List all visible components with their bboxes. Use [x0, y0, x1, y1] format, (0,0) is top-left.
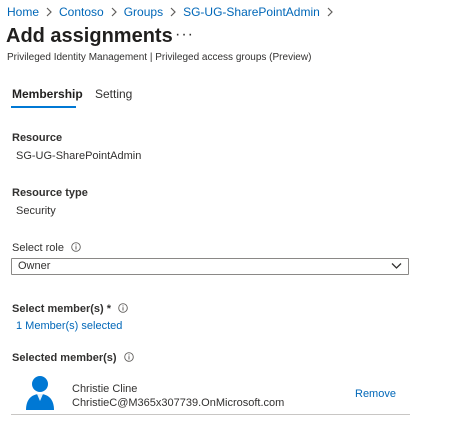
- resource-value: SG-UG-SharePointAdmin: [16, 150, 142, 162]
- page-title: Add assignments: [6, 25, 173, 47]
- resource-label: Resource: [12, 132, 63, 144]
- active-tab-indicator: [11, 106, 76, 108]
- selected-members-label: Selected member(s): [12, 352, 117, 364]
- tab-membership[interactable]: Membership: [12, 87, 83, 101]
- breadcrumb-group[interactable]: SG-UG-SharePointAdmin: [183, 5, 320, 19]
- members-selected-link[interactable]: 1 Member(s) selected: [16, 320, 122, 332]
- remove-member-button[interactable]: Remove: [355, 388, 396, 400]
- member-email: ChristieC@M365x307739.OnMicrosoft.com: [72, 397, 285, 409]
- select-members-label: Select member(s) *: [12, 303, 112, 315]
- member-name: Christie Cline: [72, 383, 138, 395]
- page-subtitle: Privileged Identity Management | Privile…: [7, 52, 312, 63]
- chevron-right-icon: [46, 7, 52, 17]
- info-icon[interactable]: [71, 242, 81, 255]
- select-role-label-row: Select role: [12, 242, 81, 255]
- select-role-label: Select role: [12, 242, 64, 254]
- select-members-label-row: Select member(s) *: [12, 303, 128, 316]
- user-avatar-icon: [26, 376, 54, 410]
- tab-setting[interactable]: Setting: [95, 87, 132, 101]
- resource-type-label: Resource type: [12, 187, 88, 199]
- info-icon[interactable]: [118, 303, 128, 316]
- breadcrumb-home[interactable]: Home: [7, 5, 39, 19]
- breadcrumb: Home Contoso Groups SG-UG-SharePointAdmi…: [7, 4, 340, 20]
- selected-members-label-row: Selected member(s): [12, 352, 134, 365]
- role-select-value: Owner: [18, 260, 51, 272]
- chevron-down-icon: [391, 263, 402, 269]
- chevron-right-icon: [111, 7, 117, 17]
- chevron-right-icon: [170, 7, 176, 17]
- breadcrumb-contoso[interactable]: Contoso: [59, 5, 104, 19]
- divider: [11, 414, 410, 415]
- info-icon[interactable]: [123, 352, 134, 365]
- breadcrumb-groups[interactable]: Groups: [124, 5, 163, 19]
- chevron-right-icon: [327, 7, 333, 17]
- more-options-button[interactable]: ···: [175, 26, 194, 44]
- resource-type-value: Security: [16, 205, 56, 217]
- role-select[interactable]: Owner: [11, 258, 409, 275]
